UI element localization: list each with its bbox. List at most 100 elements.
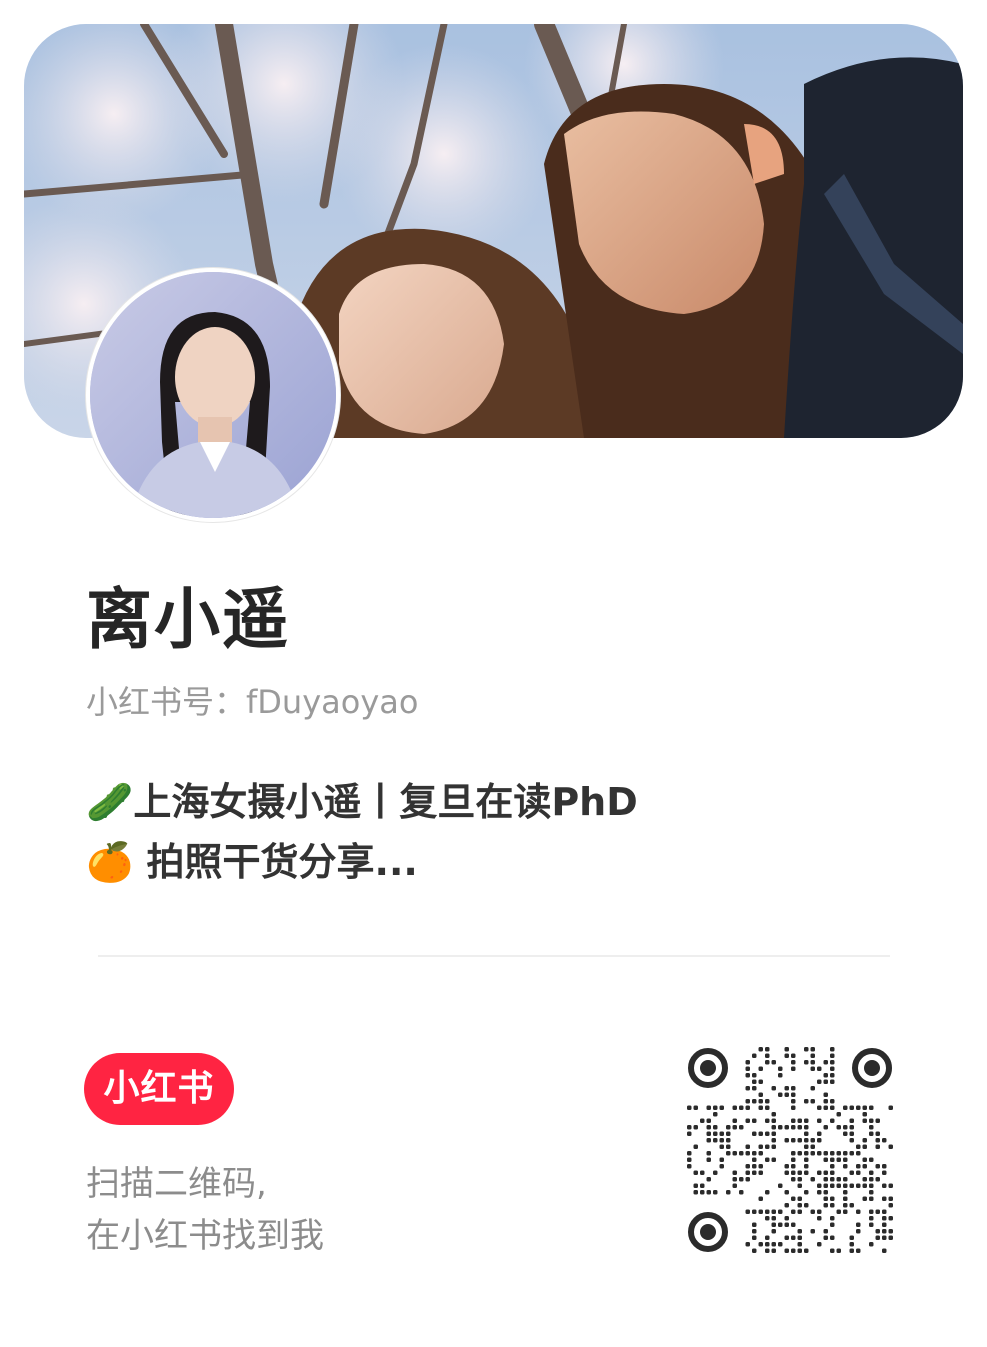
qr-module	[862, 1118, 867, 1123]
qr-module	[810, 1047, 815, 1052]
qr-module	[882, 1196, 887, 1201]
qr-module	[778, 1242, 783, 1247]
qr-module	[791, 1092, 796, 1097]
qr-module	[823, 1151, 828, 1156]
qr-module	[823, 1099, 828, 1104]
qr-module	[804, 1131, 809, 1136]
qr-module	[752, 1164, 757, 1169]
qr-module	[778, 1222, 783, 1227]
qr-module	[758, 1170, 763, 1175]
qr-module	[830, 1105, 835, 1110]
qr-module	[771, 1209, 776, 1214]
qr-module	[856, 1105, 861, 1110]
qr-module	[882, 1183, 887, 1188]
qr-module	[784, 1125, 789, 1130]
qr-module	[797, 1229, 802, 1234]
qr-module	[810, 1229, 815, 1234]
qr-module	[817, 1066, 822, 1071]
qr-module	[804, 1151, 809, 1156]
qr-module	[797, 1118, 802, 1123]
qr-module	[797, 1151, 802, 1156]
qr-module	[791, 1066, 796, 1071]
qr-module	[869, 1216, 874, 1221]
qr-module	[687, 1164, 692, 1169]
qr-module	[869, 1157, 874, 1162]
qr-module	[765, 1053, 770, 1058]
qr-module	[791, 1209, 796, 1214]
qr-code[interactable]	[686, 1046, 894, 1254]
qr-module	[843, 1203, 848, 1208]
qr-module	[752, 1151, 757, 1156]
qr-module	[784, 1190, 789, 1195]
qr-module	[739, 1190, 744, 1195]
qr-finder-icon	[852, 1048, 892, 1088]
qr-module	[888, 1203, 893, 1208]
qr-module	[726, 1138, 731, 1143]
qr-module	[849, 1242, 854, 1247]
qr-module	[882, 1235, 887, 1240]
qr-module	[869, 1105, 874, 1110]
qr-module	[849, 1105, 854, 1110]
qr-module	[869, 1118, 874, 1123]
qr-module	[875, 1235, 880, 1240]
qr-module	[719, 1131, 724, 1136]
qr-module	[745, 1105, 750, 1110]
qr-module	[693, 1144, 698, 1149]
qr-module	[771, 1138, 776, 1143]
qr-module	[784, 1138, 789, 1143]
bio-line-2: 🍊 拍照干货分享...	[86, 832, 638, 892]
qr-module	[719, 1157, 724, 1162]
qr-module	[804, 1125, 809, 1130]
qr-module	[823, 1190, 828, 1195]
qr-module	[706, 1190, 711, 1195]
qr-module	[797, 1170, 802, 1175]
qr-module	[745, 1073, 750, 1078]
qr-module	[836, 1157, 841, 1162]
qr-module	[791, 1060, 796, 1065]
qr-module	[843, 1209, 848, 1214]
qr-module	[869, 1242, 874, 1247]
scan-line-2: 在小红书找到我	[86, 1216, 324, 1256]
qr-module	[823, 1092, 828, 1097]
qr-module	[706, 1157, 711, 1162]
qr-module	[771, 1144, 776, 1149]
bio-line-1: 🥒上海女摄小遥丨复旦在读PhD	[86, 772, 638, 832]
qr-module	[752, 1131, 757, 1136]
qr-module	[791, 1177, 796, 1182]
qr-module	[836, 1209, 841, 1214]
qr-module	[784, 1164, 789, 1169]
qr-module	[869, 1170, 874, 1175]
qr-module	[778, 1209, 783, 1214]
qr-module	[797, 1209, 802, 1214]
qr-module	[791, 1222, 796, 1227]
qr-module	[758, 1047, 763, 1052]
qr-module	[843, 1151, 848, 1156]
qr-module	[823, 1079, 828, 1084]
qr-module	[791, 1138, 796, 1143]
avatar[interactable]	[86, 268, 340, 522]
qr-module	[791, 1196, 796, 1201]
qr-module	[745, 1242, 750, 1247]
qr-module	[823, 1183, 828, 1188]
qr-module	[888, 1216, 893, 1221]
qr-module	[830, 1066, 835, 1071]
qr-module	[739, 1105, 744, 1110]
qr-module	[687, 1125, 692, 1130]
qr-module	[804, 1203, 809, 1208]
qr-module	[843, 1105, 848, 1110]
qr-module	[862, 1183, 867, 1188]
qr-module	[810, 1060, 815, 1065]
qr-module	[739, 1177, 744, 1182]
qr-module	[810, 1086, 815, 1091]
qr-module	[817, 1183, 822, 1188]
qr-module	[836, 1177, 841, 1182]
qr-module	[791, 1170, 796, 1175]
qr-module	[726, 1125, 731, 1130]
qr-module	[856, 1144, 861, 1149]
qr-module	[823, 1229, 828, 1234]
qr-module	[836, 1112, 841, 1117]
qr-module	[797, 1138, 802, 1143]
qr-module	[765, 1242, 770, 1247]
qr-module	[817, 1209, 822, 1214]
qr-module	[823, 1196, 828, 1201]
